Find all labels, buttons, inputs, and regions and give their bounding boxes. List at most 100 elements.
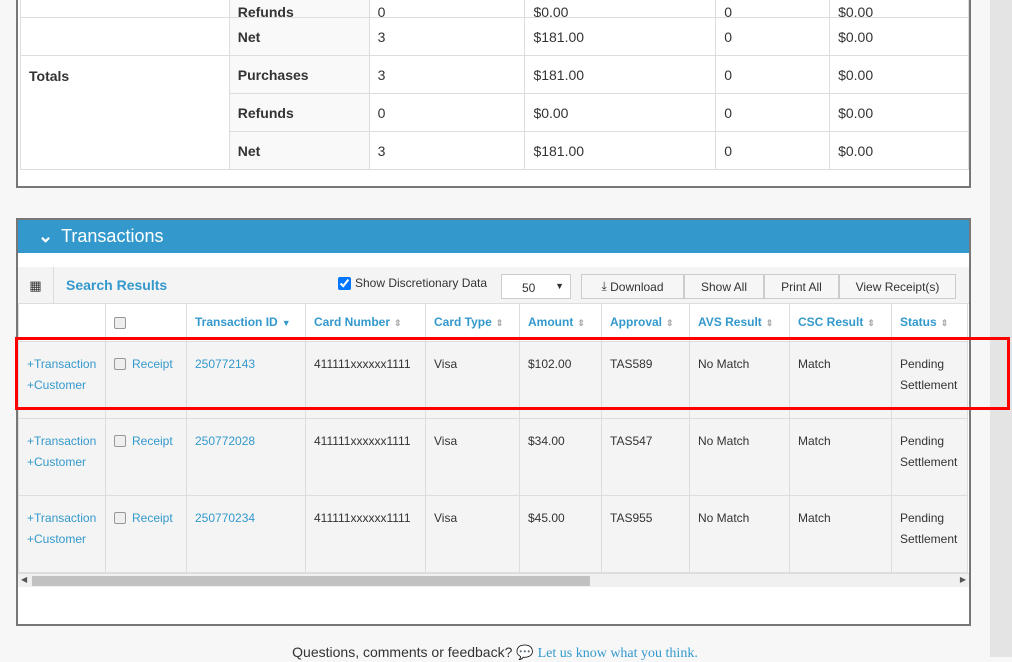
discretionary-check[interactable] bbox=[338, 276, 351, 290]
transactions-panel: ⌄ Transactions ▦ Search Results Show Dis… bbox=[16, 218, 971, 626]
scroll-right-icon[interactable]: ▶ bbox=[960, 575, 966, 584]
select-all-checkbox[interactable] bbox=[114, 317, 126, 330]
column-header[interactable]: CSC Result ⇕ bbox=[789, 304, 892, 342]
summary-type: Net bbox=[228, 17, 370, 56]
transactions-header[interactable]: ⌄ Transactions bbox=[18, 220, 969, 253]
summary-count2: 0 bbox=[715, 131, 831, 170]
cell-type: Visa bbox=[425, 494, 520, 573]
summary-amount: $181.00 bbox=[524, 131, 717, 170]
feedback-link[interactable]: Let us know what you think. bbox=[538, 646, 698, 661]
transaction-id-link[interactable]: 250772028 bbox=[195, 434, 255, 448]
cell-approval: TAS547 bbox=[601, 417, 690, 496]
summary-type: Net bbox=[228, 131, 370, 170]
results-toolbar: ▦ Search Results Show Discretionary Data… bbox=[18, 267, 969, 304]
cell-status: Pending Settlement bbox=[891, 494, 968, 573]
summary-count2: 0 bbox=[715, 55, 831, 94]
cell-csc: Match bbox=[789, 417, 892, 496]
add-transaction-link[interactable]: +Transaction bbox=[27, 434, 96, 448]
summary-amount2: $0.00 bbox=[829, 17, 969, 56]
grid-menu-icon[interactable]: ▦ bbox=[18, 267, 54, 304]
row-checkbox[interactable] bbox=[114, 435, 126, 448]
summary-group bbox=[20, 0, 230, 18]
summary-count2: 0 bbox=[715, 93, 831, 132]
summary-type: Refunds bbox=[228, 0, 370, 18]
column-header[interactable]: AVS Result ⇕ bbox=[689, 304, 790, 342]
summary-count: 3 bbox=[368, 131, 526, 170]
sort-icon[interactable]: ⇕ bbox=[394, 318, 402, 328]
cell-card: 411111xxxxxx1111 bbox=[305, 494, 426, 573]
summary-row: Refunds 0 $0.00 0 $0.00 bbox=[20, 0, 969, 18]
select-all-header[interactable] bbox=[105, 304, 187, 342]
actions-header bbox=[18, 304, 106, 342]
chevron-down-icon[interactable]: ⌄ bbox=[38, 226, 53, 247]
column-header[interactable]: Approval ⇕ bbox=[601, 304, 690, 342]
page-size-select[interactable]: 50 ▼ bbox=[501, 274, 571, 299]
transaction-id: 250770234 bbox=[186, 494, 306, 573]
summary-group bbox=[20, 17, 230, 56]
download-button[interactable]: ⤓ Download bbox=[581, 274, 684, 299]
comment-icon: 💬 bbox=[516, 644, 534, 660]
summary-amount2: $0.00 bbox=[829, 0, 969, 18]
print-all-button[interactable]: Print All bbox=[764, 274, 839, 299]
view-receipts-button[interactable]: View Receipt(s) bbox=[839, 274, 956, 299]
row-select: Receipt bbox=[105, 494, 187, 573]
cell-card: 411111xxxxxx1111 bbox=[305, 417, 426, 496]
add-transaction-link[interactable]: +Transaction bbox=[27, 511, 96, 525]
column-header[interactable]: Card Number ⇕ bbox=[305, 304, 426, 342]
add-customer-link[interactable]: +Customer bbox=[27, 532, 86, 546]
show-discretionary-checkbox[interactable]: Show Discretionary Data bbox=[338, 276, 487, 290]
cell-status: Pending Settlement bbox=[891, 417, 968, 496]
cell-amount: $45.00 bbox=[519, 494, 602, 573]
horizontal-scrollbar[interactable]: ◀ ▶ bbox=[18, 573, 969, 587]
column-header[interactable]: Amount ⇕ bbox=[519, 304, 602, 342]
receipt-link[interactable]: Receipt bbox=[132, 511, 173, 525]
panel-title: Transactions bbox=[61, 226, 164, 246]
column-header[interactable]: Transaction ID ▼ bbox=[186, 304, 306, 342]
page-scroll-track bbox=[990, 0, 1012, 657]
sort-desc-icon[interactable]: ▼ bbox=[282, 318, 291, 328]
row-actions: +Transaction +Customer bbox=[18, 494, 106, 573]
column-header[interactable]: Status ⇕ bbox=[891, 304, 968, 342]
sort-icon[interactable]: ⇕ bbox=[867, 318, 875, 328]
row-actions: +Transaction +Customer bbox=[18, 417, 106, 496]
summary-count: 3 bbox=[368, 55, 526, 94]
cell-csc: Match bbox=[789, 494, 892, 573]
cell-avs: No Match bbox=[689, 417, 790, 496]
summary-amount2: $0.00 bbox=[829, 93, 969, 132]
sort-icon[interactable]: ⇕ bbox=[496, 318, 504, 328]
summary-row: Net 3 $181.00 0 $0.00 bbox=[20, 17, 969, 56]
sort-icon[interactable]: ⇕ bbox=[577, 318, 585, 328]
transaction-id: 250772028 bbox=[186, 417, 306, 496]
summary-table: Refunds 0 $0.00 0 $0.00 Net 3 $181.00 0 $0.00 Tota… bbox=[20, 0, 969, 170]
add-customer-link[interactable]: +Customer bbox=[27, 455, 86, 469]
summary-count: 0 bbox=[368, 0, 526, 18]
cell-approval: TAS955 bbox=[601, 494, 690, 573]
sort-icon[interactable]: ⇕ bbox=[941, 318, 949, 328]
sort-icon[interactable]: ⇕ bbox=[766, 318, 774, 328]
summary-amount: $0.00 bbox=[524, 93, 717, 132]
dropdown-arrow-icon: ▼ bbox=[555, 281, 564, 291]
cell-avs: No Match bbox=[689, 494, 790, 573]
cell-amount: $34.00 bbox=[519, 417, 602, 496]
summary-type: Purchases bbox=[228, 55, 370, 94]
column-header[interactable]: Card Type ⇕ bbox=[425, 304, 520, 342]
show-all-button[interactable]: Show All bbox=[684, 274, 764, 299]
row-checkbox[interactable] bbox=[114, 512, 126, 525]
summary-amount: $181.00 bbox=[524, 17, 717, 56]
sort-icon[interactable]: ⇕ bbox=[666, 318, 674, 328]
summary-count2: 0 bbox=[715, 0, 831, 18]
transaction-id-link[interactable]: 250770234 bbox=[195, 511, 255, 525]
summary-group: Totals bbox=[20, 55, 230, 170]
summary-count2: 0 bbox=[715, 17, 831, 56]
scrollbar-thumb[interactable] bbox=[32, 576, 590, 586]
receipt-link[interactable]: Receipt bbox=[132, 434, 173, 448]
summary-amount: $181.00 bbox=[524, 55, 717, 94]
summary-amount2: $0.00 bbox=[829, 131, 969, 170]
table-row: +Transaction +Customer Receipt 250772028 … bbox=[18, 417, 968, 496]
summary-type: Refunds bbox=[228, 93, 370, 132]
scroll-left-icon[interactable]: ◀ bbox=[21, 575, 27, 584]
search-results-label: Search Results bbox=[66, 277, 168, 293]
summary-count: 0 bbox=[368, 93, 526, 132]
cell-type: Visa bbox=[425, 417, 520, 496]
download-icon: ⤓ bbox=[601, 279, 607, 293]
